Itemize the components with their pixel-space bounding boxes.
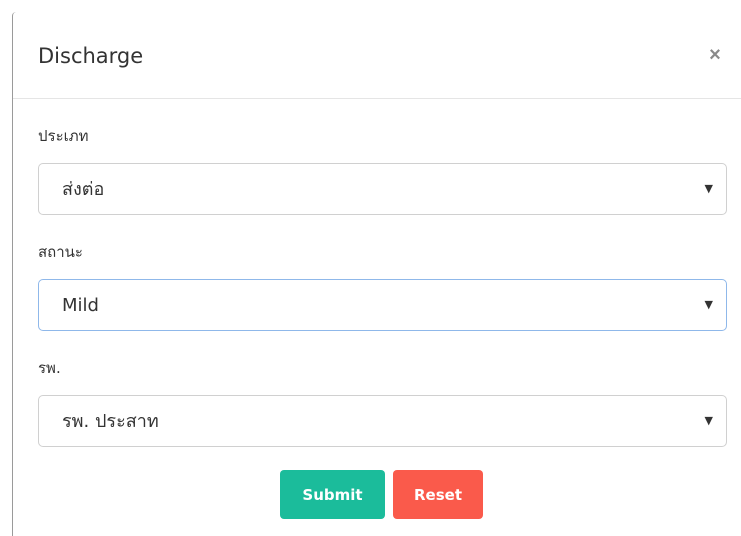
type-select-value: ส่งต่อ bbox=[62, 179, 105, 200]
status-select-value: Mild bbox=[62, 295, 99, 316]
chevron-down-icon: ▼ bbox=[704, 414, 713, 427]
type-label: ประเภท bbox=[38, 127, 89, 145]
reset-button[interactable]: Reset bbox=[393, 470, 483, 519]
status-select[interactable]: Mild ▼ bbox=[38, 279, 727, 331]
chevron-down-icon: ▼ bbox=[704, 182, 713, 195]
discharge-modal: Discharge × ประเภท ส่งต่อ ▼ สถานะ Mild ▼… bbox=[12, 12, 741, 536]
hospital-label: รพ. bbox=[38, 359, 61, 377]
hospital-select[interactable]: รพ. ประสาท ▼ bbox=[38, 395, 727, 447]
submit-button[interactable]: Submit bbox=[280, 470, 385, 519]
type-select[interactable]: ส่งต่อ ▼ bbox=[38, 163, 727, 215]
close-button[interactable]: × bbox=[705, 43, 725, 67]
modal-header: Discharge × bbox=[13, 12, 741, 99]
status-label: สถานะ bbox=[38, 243, 83, 261]
hospital-select-value: รพ. ประสาท bbox=[62, 411, 159, 432]
modal-title: Discharge bbox=[38, 44, 144, 68]
chevron-down-icon: ▼ bbox=[704, 298, 713, 311]
